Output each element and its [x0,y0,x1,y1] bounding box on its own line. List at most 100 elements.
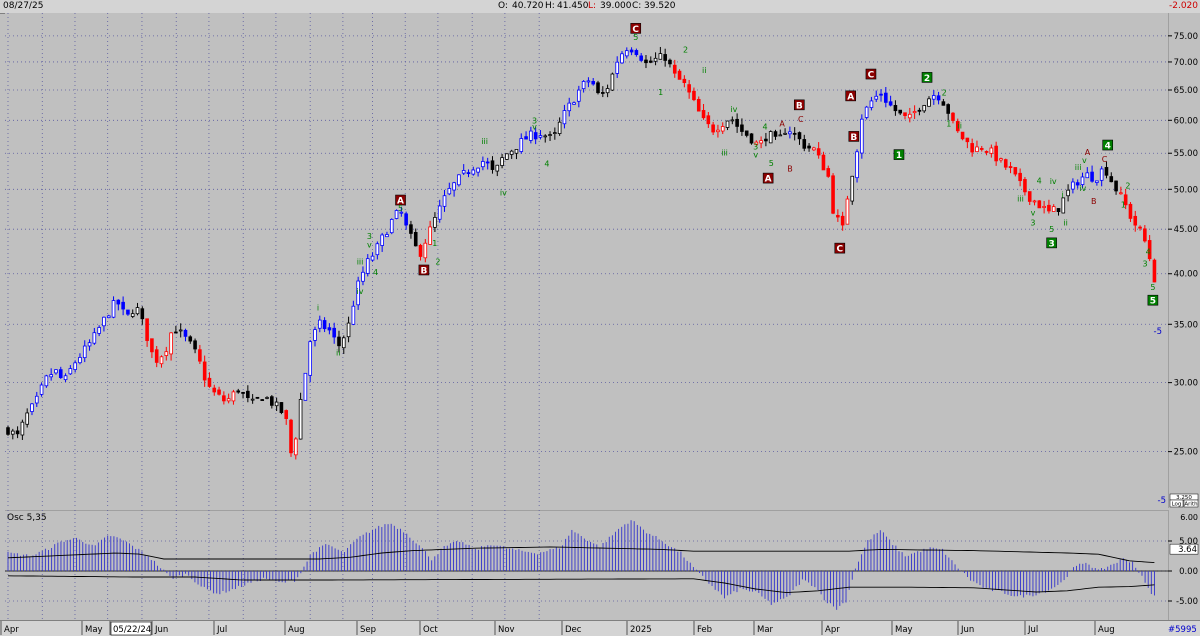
candle-body [102,316,106,327]
candle-body [624,50,629,57]
candle-body [514,149,519,154]
candle-body [212,387,217,393]
candle-body [529,130,533,141]
candle-body [725,120,730,128]
candle-body [1128,203,1133,219]
candle-body [298,399,303,440]
candle-body [519,138,524,152]
price-axis-label: 70.00 [1174,58,1198,68]
candle-body [126,309,130,315]
candle-body [601,92,605,94]
candle-body [241,392,245,394]
date-axis-label: Nov [498,625,515,635]
scale-toggle-boxes[interactable]: 3.250Log Arith [1169,493,1199,508]
candle-body [581,81,586,90]
wave-label: 5 [1150,283,1155,292]
date-axis-label: Jul [1027,625,1038,635]
oscillator-axis-label: 0.00 [1179,567,1198,577]
candle-body [562,110,567,125]
candle-body [1056,208,1061,212]
candle-body [322,320,327,330]
candle-body [236,390,241,393]
candle-body [92,332,97,344]
candle-body [744,130,749,136]
candle-body [1023,179,1027,193]
wave-label: i [317,303,319,312]
candle-body [1008,166,1013,169]
candle-body [869,100,874,108]
date-axis-labels: Apr May 05/22/24 Jun Jul Aug Sep Oct Nov Dec 2025 F… [0,621,1197,636]
price-axis-label: 55.00 [1174,149,1198,159]
candle-body [696,98,701,112]
candle-body [543,135,548,138]
candle-body [1104,167,1109,176]
candle-body [567,102,572,112]
wave-label: 4 [762,123,767,132]
candle-body [361,271,365,282]
candle-body [327,327,332,331]
candle-body [1090,171,1094,182]
wave-label: C [1102,155,1108,164]
candle-body [730,119,735,122]
price-marker: -5 [1154,327,1162,337]
wave-label: 4 [544,160,549,169]
candle-body [246,390,250,399]
candle-body [845,198,850,225]
candle-body [783,132,787,135]
date-axis-label: Feb [697,625,712,635]
candle-body [658,53,663,60]
candle-body [836,214,840,218]
candle-body [49,374,53,378]
wave-label: A [765,175,772,185]
candle-body [452,182,456,191]
candle-body [404,213,408,226]
close-label: C: [632,1,642,11]
candle-body [917,109,922,112]
wave-label: 4 [1146,248,1151,257]
date-axis-label: Aug [1098,625,1115,635]
wave-label: 1 [946,119,951,128]
oscillator-panel[interactable]: Osc 5,35 [5,510,1168,620]
candle-body [1037,200,1042,209]
candle-body [778,134,783,137]
candle-body [121,301,125,310]
candle-body [423,242,428,259]
wave-label: B [420,266,427,276]
price-chart[interactable]: A53viii4iv12Biii3v4iiiivC512iiiviii3v45A… [5,13,1168,508]
candle-body [466,172,471,175]
candle-body [1032,200,1037,203]
wave-label: 5 [769,159,774,168]
wave-label: C [836,245,843,255]
candle-body [668,59,672,65]
candle-body [735,118,739,127]
candle-body [1095,180,1099,183]
candle-body [461,170,466,174]
quote-header: 08/27/25 O: 40.720 H: 41.450 L: 39.000 C… [0,0,1200,14]
wave-label: ii [702,66,706,75]
arith-scale-label: Arith [1184,502,1198,508]
candle-body [135,307,140,315]
candle-body [447,188,452,195]
candle-body [1047,204,1051,212]
candle-body [169,332,173,355]
candle-body [615,61,619,74]
price-marker-bottom: -5 [1158,496,1166,506]
open-label: O: [498,1,508,11]
wave-label: 4 [1037,176,1042,185]
candle-body [864,106,869,118]
candle-body [332,327,336,338]
date-axis-label: 2025 [630,625,652,635]
price-axis-label: 25.00 [1174,448,1198,458]
candle-body [970,143,974,153]
wave-label: iv [357,287,364,296]
wave-label: 3 [367,232,372,241]
candle-body [764,138,768,142]
candle-body [78,357,82,364]
candle-body [1066,189,1070,197]
candle-body [485,161,490,164]
candle-body [178,329,183,332]
candle-body [346,322,351,338]
candle-body [975,146,979,153]
candle-body [413,232,418,247]
candle-body [620,53,624,64]
